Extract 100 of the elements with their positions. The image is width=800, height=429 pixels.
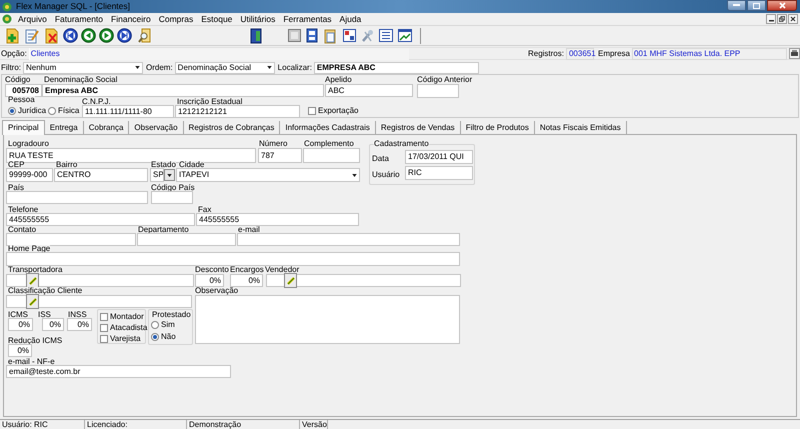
text-field[interactable]: 787 <box>258 148 302 163</box>
caret-icon <box>266 66 272 69</box>
menu-item[interactable]: Ajuda <box>336 14 366 24</box>
text-field[interactable]: 17/03/2011 QUI <box>405 150 473 164</box>
dropdown-field[interactable]: ITAPEVI <box>176 168 360 182</box>
menu-item[interactable]: Estoque <box>197 14 236 24</box>
field-label: Observação <box>195 287 238 295</box>
first-record-icon[interactable] <box>63 28 78 43</box>
text-field[interactable]: email@teste.com.br <box>6 365 231 378</box>
edit-document-icon[interactable] <box>25 28 39 44</box>
lookup-button[interactable] <box>26 294 39 309</box>
text-field[interactable] <box>266 274 461 287</box>
text-field[interactable] <box>137 233 236 246</box>
next-record-icon[interactable] <box>99 28 114 43</box>
text-field[interactable]: 0% <box>195 274 224 287</box>
text-field[interactable]: 99999-000 <box>6 168 53 182</box>
text-field[interactable]: RIC <box>405 166 473 180</box>
text-field[interactable] <box>237 233 460 246</box>
document-icon[interactable] <box>306 28 318 43</box>
text-field[interactable]: Clientes <box>28 48 409 60</box>
field-label: Denominação Social <box>44 76 118 84</box>
text-field[interactable] <box>6 191 148 204</box>
menu-item[interactable]: Financeiro <box>107 14 155 24</box>
field-label: Código <box>5 76 30 84</box>
text-field[interactable]: 0% <box>230 274 263 287</box>
maximize-button[interactable] <box>747 0 766 11</box>
caret-icon <box>352 174 357 176</box>
text-field[interactable]: ABC <box>325 84 413 97</box>
close-button[interactable] <box>788 14 798 24</box>
dropdown-field[interactable]: SP <box>150 168 164 182</box>
text-field[interactable]: EMPRESA ABC <box>314 62 479 74</box>
text-field[interactable]: 445555555 <box>6 213 195 226</box>
text-field[interactable]: 003651 <box>566 48 594 60</box>
menu-item[interactable]: Arquivo <box>14 14 51 24</box>
text-field[interactable]: 0% <box>8 318 33 331</box>
text-area[interactable] <box>195 295 460 344</box>
close-button[interactable] <box>767 0 797 11</box>
menu-item[interactable]: Ferramentas <box>279 14 336 24</box>
text-field[interactable]: Empresa ABC <box>42 84 324 97</box>
checkbox[interactable] <box>308 107 316 115</box>
dropdown-field[interactable]: Nenhum <box>23 62 143 74</box>
field-label: Desconto <box>195 266 229 274</box>
minimize-button[interactable] <box>766 14 776 24</box>
list-icon[interactable] <box>379 29 393 42</box>
window-icon[interactable] <box>288 29 301 42</box>
printer-icon[interactable] <box>789 48 800 59</box>
radio-button[interactable] <box>151 321 159 329</box>
group-title: Protestado <box>152 311 191 319</box>
radio-button[interactable] <box>151 333 159 341</box>
add-document-icon[interactable] <box>5 28 20 44</box>
tab[interactable]: Principal <box>2 120 45 135</box>
text-field[interactable]: 0% <box>42 318 64 331</box>
tools-icon[interactable] <box>361 28 374 42</box>
status-text: Usuário: RIC <box>2 421 48 429</box>
minimize-button[interactable] <box>727 0 746 11</box>
text-field[interactable]: 11.111.111/1111-80 <box>82 105 174 118</box>
checkbox[interactable] <box>100 313 108 321</box>
clipboard-icon[interactable] <box>324 28 336 44</box>
dropdown-button[interactable] <box>164 169 175 181</box>
text-field[interactable] <box>6 274 194 287</box>
grid-icon[interactable] <box>343 29 356 42</box>
radio-label: Não <box>161 333 176 341</box>
restore-button[interactable] <box>777 14 787 24</box>
minimize-icon <box>768 20 774 23</box>
text-field[interactable]: 0% <box>67 318 92 331</box>
radio-button[interactable] <box>8 107 16 115</box>
status-text: Demonstração <box>189 421 242 429</box>
checkbox[interactable] <box>100 324 108 332</box>
search-icon[interactable] <box>138 28 151 44</box>
dropdown-field[interactable]: Denominação Social <box>174 62 275 74</box>
field-label: Data <box>372 155 389 163</box>
close-icon <box>790 16 796 22</box>
checkbox[interactable] <box>100 335 108 343</box>
last-record-icon[interactable] <box>117 28 132 43</box>
pencil-icon <box>28 298 36 306</box>
previous-record-icon[interactable] <box>81 28 96 43</box>
text-field[interactable] <box>6 233 136 246</box>
text-field[interactable]: 12121212121 <box>175 105 300 118</box>
book-icon[interactable] <box>250 28 262 44</box>
lookup-button[interactable] <box>284 273 297 288</box>
text-field[interactable]: CENTRO <box>54 168 148 182</box>
chart-icon[interactable] <box>398 29 412 42</box>
field-label: Empresa <box>598 48 631 60</box>
text-field[interactable] <box>151 191 193 204</box>
text-field[interactable]: 005708 <box>5 84 42 97</box>
delete-document-icon[interactable] <box>44 28 59 44</box>
radio-button[interactable] <box>48 107 56 115</box>
text-field[interactable] <box>6 252 460 266</box>
field-label: Código Anterior <box>417 76 472 84</box>
text-field[interactable]: 0% <box>8 344 32 357</box>
text-field[interactable] <box>417 84 459 98</box>
text-field[interactable]: 445555555 <box>196 213 359 226</box>
menu-item[interactable]: Faturamento <box>50 14 108 24</box>
text-field[interactable] <box>6 295 192 308</box>
field-label: Número <box>259 140 288 148</box>
lookup-button[interactable] <box>26 273 39 288</box>
text-field[interactable]: 001 MHF Sistemas Ltda. EPP <box>632 48 787 60</box>
menu-item[interactable]: Compras <box>154 14 198 24</box>
text-field[interactable] <box>303 148 360 163</box>
menu-item[interactable]: Utilitários <box>236 14 280 24</box>
